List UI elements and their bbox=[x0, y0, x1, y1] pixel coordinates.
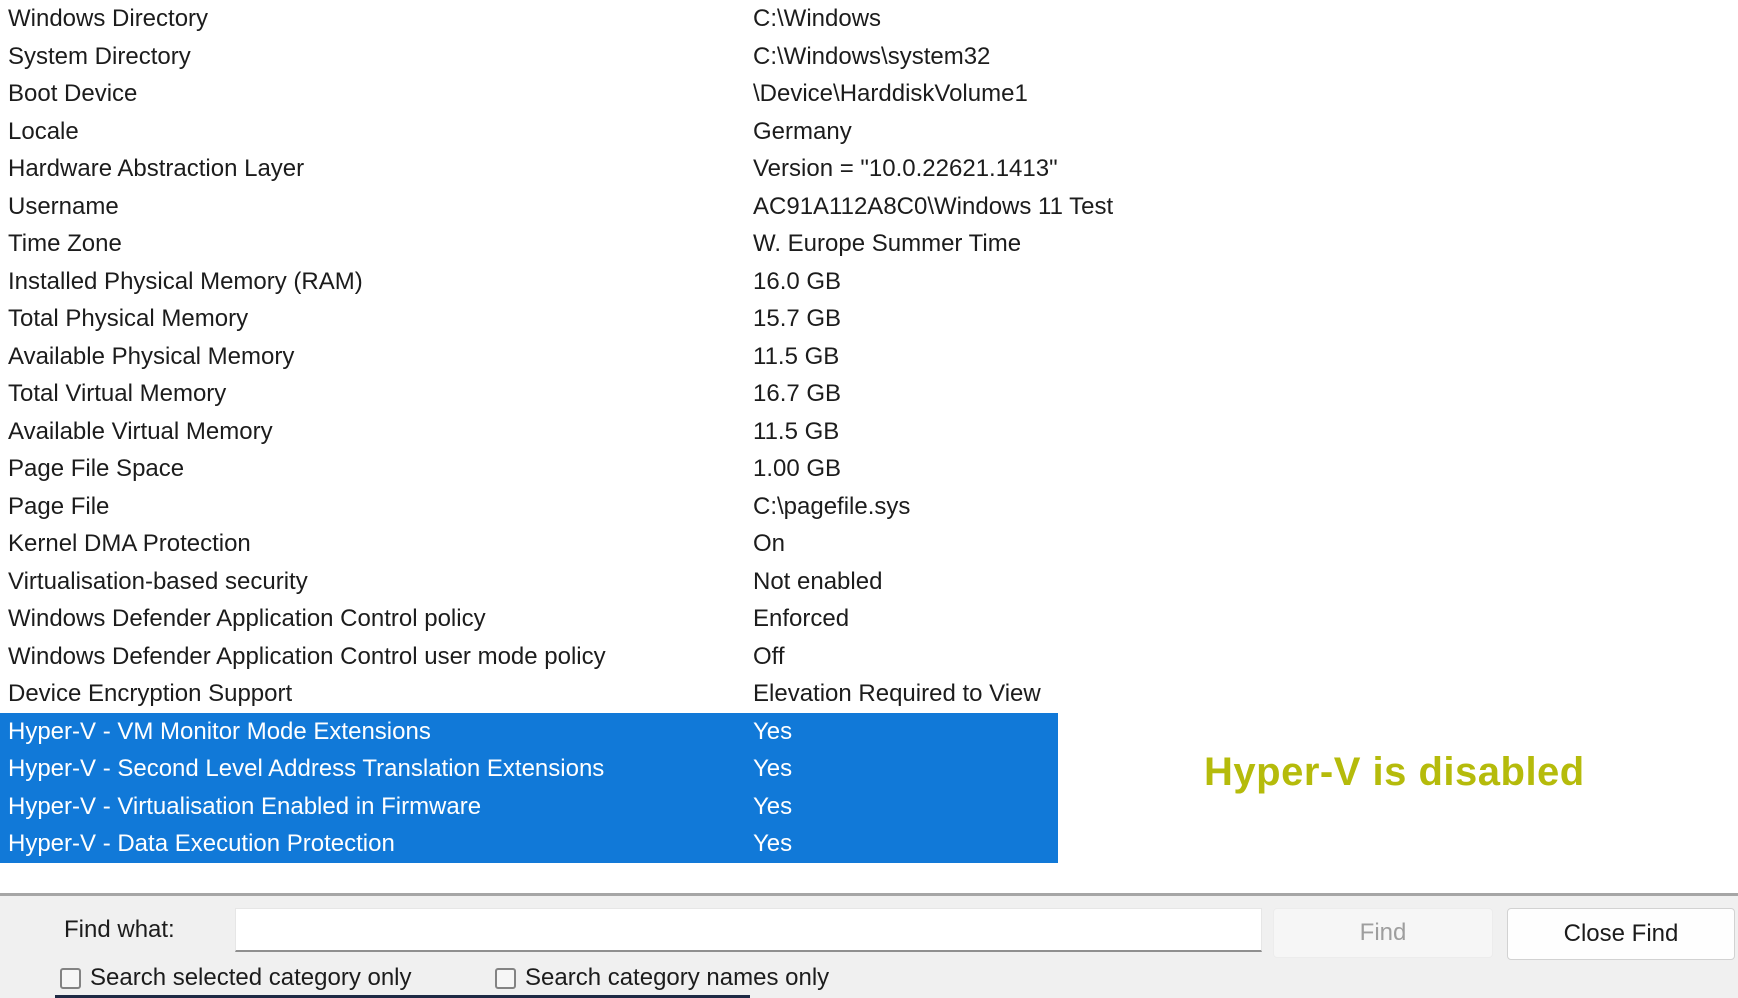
table-row[interactable]: Installed Physical Memory (RAM) 16.0 GB bbox=[0, 263, 1738, 301]
row-label: Available Virtual Memory bbox=[0, 413, 753, 451]
table-row[interactable]: Page File Space 1.00 GB bbox=[0, 450, 1738, 488]
table-row[interactable]: Page File C:\pagefile.sys bbox=[0, 488, 1738, 526]
search-category-names-checkbox-group[interactable]: Search category names only bbox=[495, 966, 829, 990]
row-label: Username bbox=[0, 188, 753, 226]
table-row[interactable]: Hyper-V - Second Level Address Translati… bbox=[0, 750, 1058, 788]
table-row[interactable]: Boot Device \Device\HarddiskVolume1 bbox=[0, 75, 1738, 113]
row-label: Locale bbox=[0, 113, 753, 151]
table-row[interactable]: System Directory C:\Windows\system32 bbox=[0, 38, 1738, 76]
row-label: Installed Physical Memory (RAM) bbox=[0, 263, 753, 301]
search-selected-category-checkbox-group[interactable]: Search selected category only bbox=[60, 966, 412, 990]
table-row[interactable]: Available Physical Memory 11.5 GB bbox=[0, 338, 1738, 376]
row-value: Yes bbox=[753, 825, 1058, 863]
row-label: System Directory bbox=[0, 38, 753, 76]
row-label: Hyper-V - Data Execution Protection bbox=[0, 825, 753, 863]
row-value: Elevation Required to View bbox=[753, 675, 1738, 713]
row-label: Virtualisation-based security bbox=[0, 563, 753, 601]
table-row[interactable]: Hyper-V - Virtualisation Enabled in Firm… bbox=[0, 788, 1058, 826]
row-value: Yes bbox=[753, 750, 1058, 788]
row-value: C:\Windows\system32 bbox=[753, 38, 1738, 76]
find-bar: Find what: Find Close Find Search select… bbox=[0, 893, 1738, 998]
row-label: Windows Defender Application Control pol… bbox=[0, 600, 753, 638]
table-row[interactable]: Hardware Abstraction Layer Version = "10… bbox=[0, 150, 1738, 188]
row-value: Enforced bbox=[753, 600, 1738, 638]
row-label: Hyper-V - Virtualisation Enabled in Firm… bbox=[0, 788, 753, 826]
find-button[interactable]: Find bbox=[1273, 908, 1493, 958]
row-value: On bbox=[753, 525, 1738, 563]
table-row[interactable]: Username AC91A112A8C0\Windows 11 Test bbox=[0, 188, 1738, 226]
row-value: C:\Windows bbox=[753, 0, 1738, 38]
search-selected-category-checkbox[interactable] bbox=[60, 968, 81, 989]
table-row[interactable]: Windows Defender Application Control pol… bbox=[0, 600, 1738, 638]
row-label: Page File bbox=[0, 488, 753, 526]
row-label: Time Zone bbox=[0, 225, 753, 263]
row-label: Windows Directory bbox=[0, 0, 753, 38]
row-label: Hyper-V - Second Level Address Translati… bbox=[0, 750, 753, 788]
table-row[interactable]: Time Zone W. Europe Summer Time bbox=[0, 225, 1738, 263]
table-row[interactable]: Windows Directory C:\Windows bbox=[0, 0, 1738, 38]
row-value: Germany bbox=[753, 113, 1738, 151]
row-label: Hardware Abstraction Layer bbox=[0, 150, 753, 188]
row-value: C:\pagefile.sys bbox=[753, 488, 1738, 526]
table-row[interactable]: Device Encryption Support Elevation Requ… bbox=[0, 675, 1738, 713]
row-label: Total Virtual Memory bbox=[0, 375, 753, 413]
row-value: 15.7 GB bbox=[753, 300, 1738, 338]
system-summary-table: Windows Directory C:\Windows System Dire… bbox=[0, 0, 1738, 863]
row-value: W. Europe Summer Time bbox=[753, 225, 1738, 263]
row-value: 16.0 GB bbox=[753, 263, 1738, 301]
row-value: Yes bbox=[753, 713, 1058, 751]
row-value: Version = "10.0.22621.1413" bbox=[753, 150, 1738, 188]
search-category-names-label: Search category names only bbox=[525, 964, 829, 992]
row-value: 16.7 GB bbox=[753, 375, 1738, 413]
msinfo32-system-summary-pane: Windows Directory C:\Windows System Dire… bbox=[0, 0, 1738, 998]
table-row[interactable]: Total Virtual Memory 16.7 GB bbox=[0, 375, 1738, 413]
search-category-names-checkbox[interactable] bbox=[495, 968, 516, 989]
find-input[interactable] bbox=[235, 908, 1262, 952]
hyperv-disabled-annotation: Hyper-V is disabled bbox=[1204, 750, 1585, 795]
table-row[interactable]: Available Virtual Memory 11.5 GB bbox=[0, 413, 1738, 451]
table-row[interactable]: Kernel DMA Protection On bbox=[0, 525, 1738, 563]
row-value: Yes bbox=[753, 788, 1058, 826]
table-row[interactable]: Hyper-V - Data Execution Protection Yes bbox=[0, 825, 1058, 863]
row-value: 11.5 GB bbox=[753, 338, 1738, 376]
close-find-button[interactable]: Close Find bbox=[1507, 908, 1735, 960]
row-label: Total Physical Memory bbox=[0, 300, 753, 338]
row-value: AC91A112A8C0\Windows 11 Test bbox=[753, 188, 1738, 226]
row-label: Hyper-V - VM Monitor Mode Extensions bbox=[0, 713, 753, 751]
row-label: Device Encryption Support bbox=[0, 675, 753, 713]
table-row[interactable]: Windows Defender Application Control use… bbox=[0, 638, 1738, 676]
row-label: Available Physical Memory bbox=[0, 338, 753, 376]
search-selected-category-label: Search selected category only bbox=[90, 964, 412, 992]
table-row[interactable]: Total Physical Memory 15.7 GB bbox=[0, 300, 1738, 338]
row-value: Not enabled bbox=[753, 563, 1738, 601]
row-label: Page File Space bbox=[0, 450, 753, 488]
row-label: Windows Defender Application Control use… bbox=[0, 638, 753, 676]
table-row[interactable]: Hyper-V - VM Monitor Mode Extensions Yes bbox=[0, 713, 1058, 751]
row-value: \Device\HarddiskVolume1 bbox=[753, 75, 1738, 113]
row-value: 11.5 GB bbox=[753, 413, 1738, 451]
table-row[interactable]: Virtualisation-based security Not enable… bbox=[0, 563, 1738, 601]
row-label: Boot Device bbox=[0, 75, 753, 113]
row-value: 1.00 GB bbox=[753, 450, 1738, 488]
row-value: Off bbox=[753, 638, 1738, 676]
find-what-label: Find what: bbox=[64, 908, 175, 952]
table-row[interactable]: Locale Germany bbox=[0, 113, 1738, 151]
row-label: Kernel DMA Protection bbox=[0, 525, 753, 563]
